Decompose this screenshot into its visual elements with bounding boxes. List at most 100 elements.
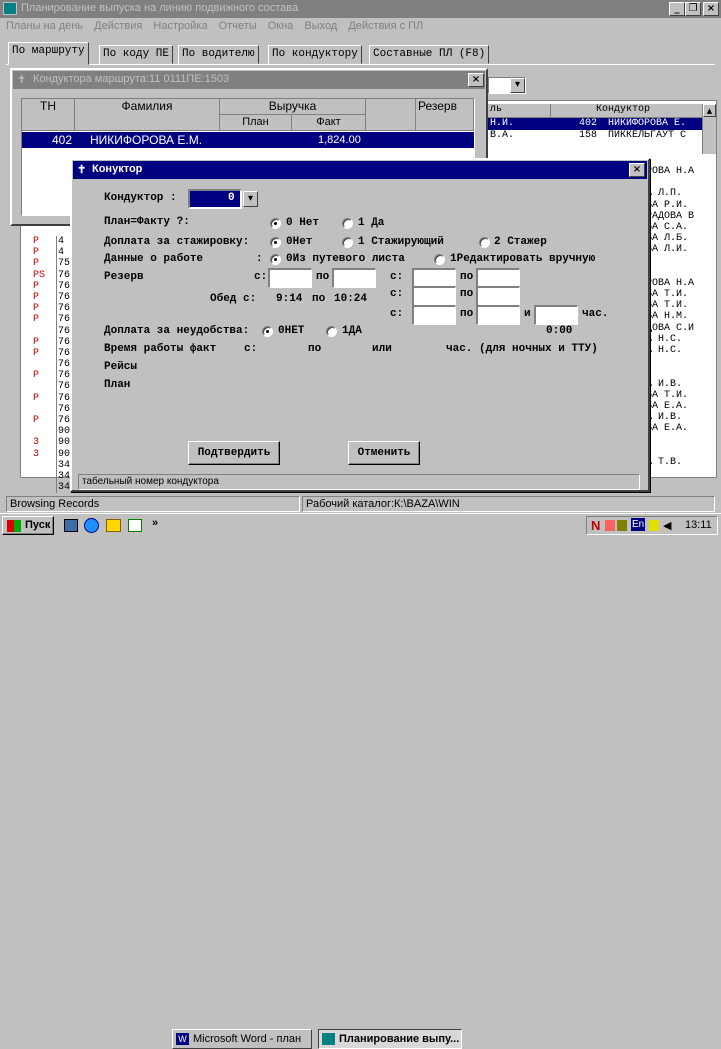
conductor-select[interactable]: 0 ▾ — [188, 189, 258, 209]
reserve-from-input-2[interactable] — [412, 268, 456, 288]
lunch-label: Обед с: — [210, 293, 257, 305]
reserve-to-input-2[interactable] — [476, 268, 520, 288]
inconvenience-yes-label[interactable]: 1ДА — [342, 325, 362, 337]
chevron-right-icon[interactable]: » — [152, 517, 158, 529]
back-right-name: ВА Т.И. — [646, 289, 689, 301]
tab-by-route[interactable]: По маршруту — [8, 42, 89, 65]
reserve-hours-input[interactable] — [534, 305, 578, 325]
lunch-to-label: по — [312, 293, 326, 305]
col-revenue-header: Выручка — [220, 99, 366, 115]
tab-by-driver[interactable]: По водителю — [178, 45, 259, 64]
internship-mentor-radio[interactable] — [342, 237, 353, 248]
back-left-code: P — [33, 247, 40, 259]
back-left-code — [33, 326, 55, 337]
reserve-from-input-3[interactable] — [412, 286, 456, 306]
internship-trainee-label[interactable]: 2 Стажер — [494, 236, 547, 248]
tab-composite-waybills[interactable]: Составные ПЛ (F8) — [369, 45, 490, 64]
plan-fact-no-label[interactable]: 0 Нет — [286, 217, 319, 229]
back-left-code — [33, 460, 55, 471]
reserve-to-input-3[interactable] — [476, 286, 520, 306]
menu-plans[interactable]: Планы на день — [6, 18, 83, 35]
cancel-button[interactable]: Отменить — [348, 441, 420, 465]
plan-fact-yes-radio[interactable] — [342, 218, 353, 229]
reserve-from-input-1[interactable] — [268, 268, 312, 288]
back-right-name: А Т.В. — [646, 456, 683, 468]
hours-label: час. — [582, 308, 609, 320]
internship-mentor-label[interactable]: 1 Стажирующий — [358, 236, 444, 248]
status-left: Browsing Records — [6, 496, 300, 512]
menu-actions[interactable]: Действия — [94, 18, 142, 35]
quicklaunch-ie-icon[interactable] — [84, 518, 99, 533]
menu-exit[interactable]: Выход — [304, 18, 337, 35]
back-row[interactable]: В.А. 158 ПИККЕЛЬГАУТ С — [486, 130, 702, 142]
plan-fact-no-radio[interactable] — [270, 218, 281, 229]
back-right-name — [646, 367, 716, 378]
quicklaunch-channels-icon[interactable] — [128, 519, 142, 532]
dialog-close-button[interactable]: × — [629, 163, 645, 177]
quicklaunch-outlook-icon[interactable] — [64, 519, 78, 532]
chevron-down-icon[interactable]: ▾ — [243, 191, 258, 207]
lunch-from-value: 9:14 — [276, 293, 303, 305]
taskbar-planning[interactable]: Планирование выпу... — [318, 1029, 462, 1049]
reserve-to-input-4[interactable] — [476, 305, 520, 325]
back-left-code — [33, 381, 55, 392]
reserve-from-label: с: — [254, 271, 268, 283]
tray-volume-icon[interactable]: ◀ — [663, 519, 671, 532]
close-button[interactable]: × — [703, 2, 719, 16]
back-right-name: ВА Н.М. — [646, 311, 689, 323]
menu-reports[interactable]: Отчеты — [219, 18, 257, 35]
menu-windows[interactable]: Окна — [268, 18, 294, 35]
chevron-down-icon[interactable]: ▾ — [510, 78, 525, 93]
tray-network-icon[interactable] — [617, 520, 627, 531]
internship-no-label[interactable]: 0Нет — [286, 236, 312, 248]
back-scrollbar[interactable]: ▲ — [702, 104, 716, 154]
language-indicator[interactable]: En — [631, 518, 646, 531]
back-right-name: А Н.С. — [646, 345, 683, 356]
work-data-waybill-label[interactable]: 0Из путевого листа — [286, 253, 405, 265]
taskbar-word[interactable]: W Microsoft Word - план — [172, 1029, 312, 1049]
lunch-to-value: 10:24 — [334, 293, 368, 305]
scroll-up-icon[interactable]: ▲ — [703, 104, 716, 117]
work-data-manual-radio[interactable] — [434, 254, 445, 265]
confirm-button[interactable]: Подтвердить — [188, 441, 280, 465]
reserve-from-input-4[interactable] — [412, 305, 456, 325]
internship-no-radio[interactable] — [270, 237, 281, 248]
row-fact: 1,824.00 — [318, 134, 361, 146]
back-left-code: 3 — [33, 437, 40, 449]
internship-trainee-radio[interactable] — [479, 237, 490, 248]
back-right-name — [646, 435, 716, 446]
back-col-conductor-header: Кондуктор — [596, 104, 651, 115]
pin-icon: ✝ — [17, 74, 27, 86]
reserve-to-label: по — [316, 271, 330, 283]
tab-by-conductor[interactable]: По кондуктору — [268, 45, 362, 64]
work-data-waybill-radio[interactable] — [270, 254, 281, 265]
norton-icon[interactable]: N — [591, 518, 600, 533]
plan-fact-yes-label[interactable]: 1 Да — [358, 217, 384, 229]
tray-tool-icon[interactable] — [649, 520, 659, 531]
system-tray: N En ◀ 13:11 — [586, 516, 718, 535]
col-surname-header: Фамилия — [75, 99, 220, 131]
work-data-manual-label[interactable]: 1Редактировать вручную — [450, 253, 595, 265]
back-row-selected[interactable]: Н.И. 402 НИКИФОРОВА Е. — [486, 118, 702, 130]
work-time-hours: час. (для ночных и ТТУ) — [446, 343, 598, 355]
tray-speaker-icon[interactable] — [605, 520, 615, 531]
reserve-to-input-1[interactable] — [332, 268, 376, 288]
back-right-name — [646, 446, 716, 457]
back-right-name: ВА Т.И. — [646, 389, 689, 401]
restore-button[interactable]: ❐ — [685, 2, 701, 16]
inconvenience-no-radio[interactable] — [262, 326, 273, 337]
menu-waybill-actions[interactable]: Действия с ПЛ — [348, 18, 423, 35]
conductor-label: Кондуктор : — [104, 192, 177, 204]
minimize-button[interactable]: _ — [669, 2, 685, 16]
inconvenience-yes-radio[interactable] — [326, 326, 337, 337]
trips-label: Рейсы — [104, 361, 138, 373]
quicklaunch-desktop-icon[interactable] — [106, 519, 121, 532]
start-button[interactable]: Пуск — [2, 516, 54, 535]
menu-settings[interactable]: Настройка — [153, 18, 207, 35]
back-combo[interactable]: ▾ — [488, 77, 526, 94]
inconvenience-no-label[interactable]: 0НЕТ — [278, 325, 304, 337]
table-row[interactable]: 402 НИКИФОРОВА Е.М. 1,824.00 — [22, 132, 474, 148]
back-right-name — [646, 267, 716, 278]
tab-by-vehicle[interactable]: По коду ПЕ — [99, 45, 174, 64]
close-icon[interactable]: × — [468, 73, 484, 87]
